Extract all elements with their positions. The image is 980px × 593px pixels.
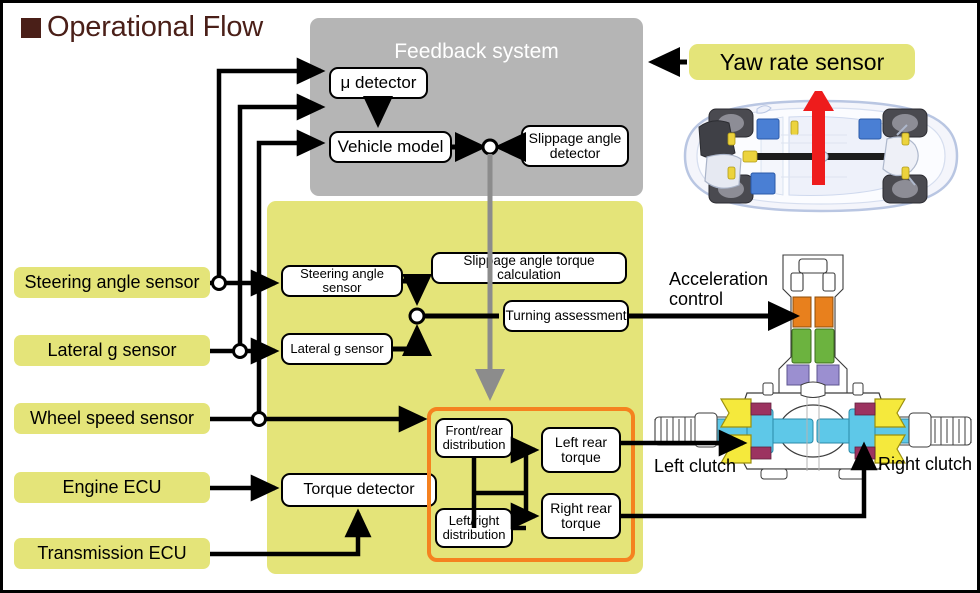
- left-right-distribution-line1: Left/right: [448, 513, 500, 529]
- feedback-system-title: Feedback system: [394, 40, 559, 63]
- title-bullet-icon: [21, 18, 41, 38]
- left-rear-torque-line2: torque: [561, 449, 601, 465]
- feed-forward-system-title: Feed forward system: [27, 214, 205, 235]
- yaw-rate-sensor-label[interactable]: Yaw rate sensor: [689, 44, 915, 80]
- left-right-distribution-line2: distribution: [442, 527, 506, 542]
- page-title: Operational Flow: [21, 11, 263, 44]
- lateral-g-sensor-box-label: Lateral g sensor: [290, 341, 384, 357]
- junction-dot-wheelspeed: [251, 411, 267, 427]
- slippage-angle-torque-calculation-label: Slippage angle torque calculation: [463, 252, 595, 282]
- right-rear-torque-line1: Right rear: [550, 500, 612, 517]
- left-right-distribution-box[interactable]: Left/right distribution: [435, 508, 513, 548]
- engine-ecu-input[interactable]: Engine ECU: [14, 472, 210, 503]
- awd-drivetrain-car-top-view: [671, 85, 971, 221]
- feedback-system-panel: Feedback system: [310, 18, 643, 196]
- torque-detector-label: Torque detector: [303, 480, 415, 498]
- left-rear-torque-box[interactable]: Left rear torque: [541, 427, 621, 473]
- slippage-angle-detector-label-line2: detector: [549, 145, 601, 161]
- front-rear-distribution-box[interactable]: Front/rear distribution: [435, 418, 513, 458]
- right-rear-torque-box[interactable]: Right rear torque: [541, 493, 621, 539]
- title-text: Operational Flow: [47, 11, 264, 43]
- front-rear-distribution-line2: distribution: [442, 437, 506, 452]
- steering-angle-sensor-box-label: Steering angle sensor: [300, 266, 384, 295]
- junction-dot-steering: [211, 275, 227, 291]
- lateral-g-sensor-box[interactable]: Lateral g sensor: [281, 333, 393, 365]
- steering-angle-sensor-input-label: Steering angle sensor: [24, 272, 200, 292]
- steering-angle-sensor-input[interactable]: Steering angle sensor: [14, 267, 210, 298]
- vehicle-model-label: Vehicle model: [337, 136, 444, 156]
- wheel-speed-sensor-input-label: Wheel speed sensor: [29, 408, 195, 428]
- acceleration-control-label: Acceleration control: [669, 269, 809, 309]
- yaw-rate-sensor-text: Yaw rate sensor: [719, 48, 885, 75]
- left-rear-torque-line1: Left rear: [554, 434, 608, 451]
- turning-assessment-box[interactable]: Turning assessment: [503, 300, 629, 332]
- vehicle-model-box[interactable]: Vehicle model: [329, 131, 452, 163]
- slippage-angle-detector-label-line1: Slippage angle: [528, 130, 622, 147]
- engine-ecu-input-label: Engine ECU: [62, 477, 162, 497]
- left-clutch-label: Left clutch: [654, 456, 737, 476]
- mu-detector-label: μ detector: [340, 72, 417, 92]
- slippage-angle-torque-calculation-box[interactable]: Slippage angle torque calculation: [431, 252, 627, 284]
- operational-flow-diagram: Operational Flow Feedback system Feed fo…: [0, 0, 980, 593]
- wheel-speed-sensor-input[interactable]: Wheel speed sensor: [14, 403, 210, 434]
- transmission-ecu-input-label: Transmission ECU: [37, 543, 187, 563]
- lateral-g-sensor-input[interactable]: Lateral g sensor: [14, 335, 210, 366]
- right-clutch-label: Right clutch: [878, 454, 973, 474]
- steering-angle-sensor-box[interactable]: Steering angle sensor: [281, 265, 403, 297]
- lateral-g-sensor-input-label: Lateral g sensor: [47, 340, 177, 360]
- slippage-angle-detector-box[interactable]: Slippage angle detector: [521, 125, 629, 167]
- transmission-ecu-input[interactable]: Transmission ECU: [14, 538, 210, 569]
- torque-detector-box[interactable]: Torque detector: [281, 473, 437, 507]
- turning-assessment-label: Turning assessment: [505, 307, 627, 323]
- front-rear-distribution-line1: Front/rear: [445, 423, 503, 439]
- junction-dot-lateral: [232, 343, 248, 359]
- right-rear-torque-line2: torque: [561, 515, 601, 531]
- acceleration-control-line2: control: [669, 289, 724, 310]
- acceleration-control-line1: Acceleration: [669, 269, 769, 289]
- mu-detector-box[interactable]: μ detector: [329, 67, 428, 99]
